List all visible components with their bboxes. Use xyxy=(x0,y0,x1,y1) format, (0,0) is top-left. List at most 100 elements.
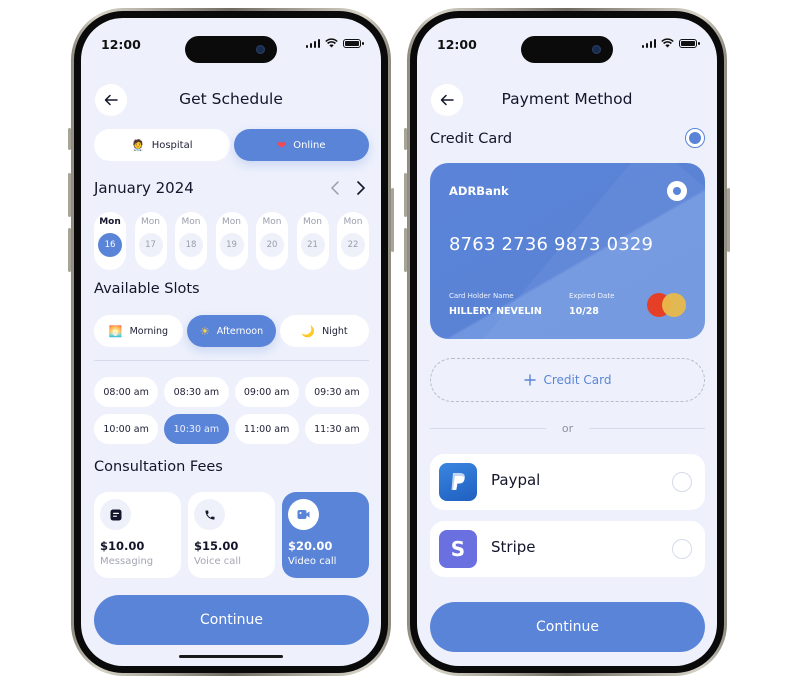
continue-button[interactable]: Continue xyxy=(94,595,369,645)
payment-option-stripe[interactable]: S Stripe xyxy=(430,521,705,577)
divider-line xyxy=(430,427,546,429)
or-label: or xyxy=(561,421,574,435)
divider xyxy=(94,360,369,361)
fee-voice-call[interactable]: $15.00 Voice call xyxy=(188,492,275,578)
fee-video-call[interactable]: $20.00 Video call xyxy=(282,492,369,578)
paypal-radio[interactable] xyxy=(672,472,692,492)
bank-logo-icon xyxy=(667,181,687,201)
paypal-logo-icon xyxy=(439,463,477,501)
stripe-radio[interactable] xyxy=(672,539,692,559)
credit-card-heading: Credit Card xyxy=(430,131,513,147)
phone-icon xyxy=(194,499,225,530)
doctor-icon: 🧑‍⚕️ xyxy=(130,138,145,152)
day-number: 17 xyxy=(138,233,163,257)
fee-label: Video call xyxy=(288,556,337,567)
time-slot[interactable]: 09:00 am xyxy=(234,377,299,407)
expiry-label: Expired Date xyxy=(569,292,615,300)
camera-icon xyxy=(592,45,601,54)
page-title: Get Schedule xyxy=(179,90,283,108)
hospital-label: Hospital xyxy=(151,139,193,151)
credit-card-section-header: Credit Card xyxy=(430,128,705,148)
camera-icon xyxy=(256,45,265,54)
fee-messaging[interactable]: $10.00 Messaging xyxy=(94,492,181,578)
next-month-button[interactable] xyxy=(353,178,369,198)
day-name: Mon xyxy=(303,217,322,227)
power-button xyxy=(391,188,394,252)
fee-price: $15.00 xyxy=(194,539,239,553)
volume-up-button xyxy=(404,173,407,217)
date-item[interactable]: Mon 22 xyxy=(337,212,369,270)
moon-icon: 🌙 xyxy=(301,324,316,338)
message-icon xyxy=(100,499,131,530)
status-bar: 12:00 xyxy=(417,34,717,63)
volume-down-button xyxy=(68,228,71,272)
fee-price: $10.00 xyxy=(100,539,145,553)
day-name: Mon xyxy=(343,217,363,227)
phone-payment: 12:00 Payment Method Credit Card ADRBank… xyxy=(404,8,730,676)
time-slot[interactable]: 09:30 am xyxy=(304,377,369,407)
day-number: 18 xyxy=(179,233,203,257)
time-slot[interactable]: 10:00 am xyxy=(94,414,159,444)
stripe-logo-icon: S xyxy=(439,530,477,568)
day-number: 20 xyxy=(260,233,284,257)
power-button xyxy=(727,188,730,252)
action-button xyxy=(404,128,407,150)
add-card-label: Credit Card xyxy=(543,373,612,387)
or-divider: or xyxy=(430,421,706,435)
date-item[interactable]: Mon 21 xyxy=(296,212,329,270)
period-afternoon[interactable]: ☀ Afternoon xyxy=(187,315,276,347)
dynamic-island xyxy=(521,36,613,63)
volume-down-button xyxy=(404,228,407,272)
time-slot[interactable]: 11:30 am xyxy=(304,414,369,444)
volume-up-button xyxy=(68,173,71,217)
day-number: 16 xyxy=(98,233,122,257)
plus-icon xyxy=(523,374,536,386)
stripe-letter: S xyxy=(450,537,466,561)
heart-pulse-icon: ❤ xyxy=(277,138,287,152)
payment-name: Stripe xyxy=(491,538,536,556)
status-bar: 12:00 xyxy=(81,34,381,63)
date-item[interactable]: Mon 17 xyxy=(134,212,167,270)
period-label: Night xyxy=(322,325,348,337)
hospital-option[interactable]: 🧑‍⚕️ Hospital xyxy=(94,129,230,161)
prev-month-button[interactable] xyxy=(327,178,343,198)
fee-label: Messaging xyxy=(100,556,154,567)
period-label: Morning xyxy=(129,325,169,337)
date-item[interactable]: Mon 20 xyxy=(256,212,288,270)
bank-name: ADRBank xyxy=(449,184,509,198)
period-night[interactable]: 🌙 Night xyxy=(280,315,369,347)
page-title: Payment Method xyxy=(501,90,633,108)
credit-card[interactable]: ADRBank 8763 2736 9873 0329 Card Holder … xyxy=(430,163,705,339)
date-item[interactable]: Mon 18 xyxy=(175,212,207,270)
credit-card-radio[interactable] xyxy=(685,128,705,148)
continue-button[interactable]: Continue xyxy=(430,602,705,652)
time-slot-selected[interactable]: 10:30 am xyxy=(164,414,229,444)
fee-options: $10.00 Messaging $15.00 Voice call $20.0… xyxy=(94,492,369,578)
expiry-date: 10/28 xyxy=(569,306,599,317)
date-item[interactable]: Mon 19 xyxy=(215,212,248,270)
month-label: January 2024 xyxy=(94,179,194,197)
signal-icon xyxy=(305,38,320,48)
day-name: Mon xyxy=(222,217,241,227)
payment-option-paypal[interactable]: Paypal xyxy=(430,454,705,510)
wifi-icon xyxy=(661,38,674,48)
add-credit-card-button[interactable]: Credit Card xyxy=(430,358,705,402)
schedule-header: Get Schedule xyxy=(95,84,367,116)
sun-icon: ☀ xyxy=(199,324,210,338)
time-slot[interactable]: 08:30 am xyxy=(164,377,229,407)
day-number: 19 xyxy=(219,233,244,257)
period-morning[interactable]: 🌅 Morning xyxy=(94,315,183,347)
home-indicator[interactable] xyxy=(179,655,283,658)
battery-icon xyxy=(679,38,700,48)
sunrise-icon: 🌅 xyxy=(108,324,123,338)
online-option[interactable]: ❤ Online xyxy=(233,129,369,161)
day-name: Mon xyxy=(141,217,160,227)
date-picker: Mon 16 Mon 17 Mon 18 Mon 19 Mon 20 Mon 21 Mon 2… xyxy=(94,212,369,270)
date-item[interactable]: Mon 16 xyxy=(94,212,126,270)
consult-type-toggle: 🧑‍⚕️ Hospital ❤ Online xyxy=(94,129,369,161)
mastercard-icon xyxy=(647,293,687,317)
card-holder-label: Card Holder Name xyxy=(449,292,514,300)
available-slots-heading: Available Slots xyxy=(94,281,200,297)
time-slot[interactable]: 11:00 am xyxy=(234,414,299,444)
time-slot[interactable]: 08:00 am xyxy=(94,377,159,407)
